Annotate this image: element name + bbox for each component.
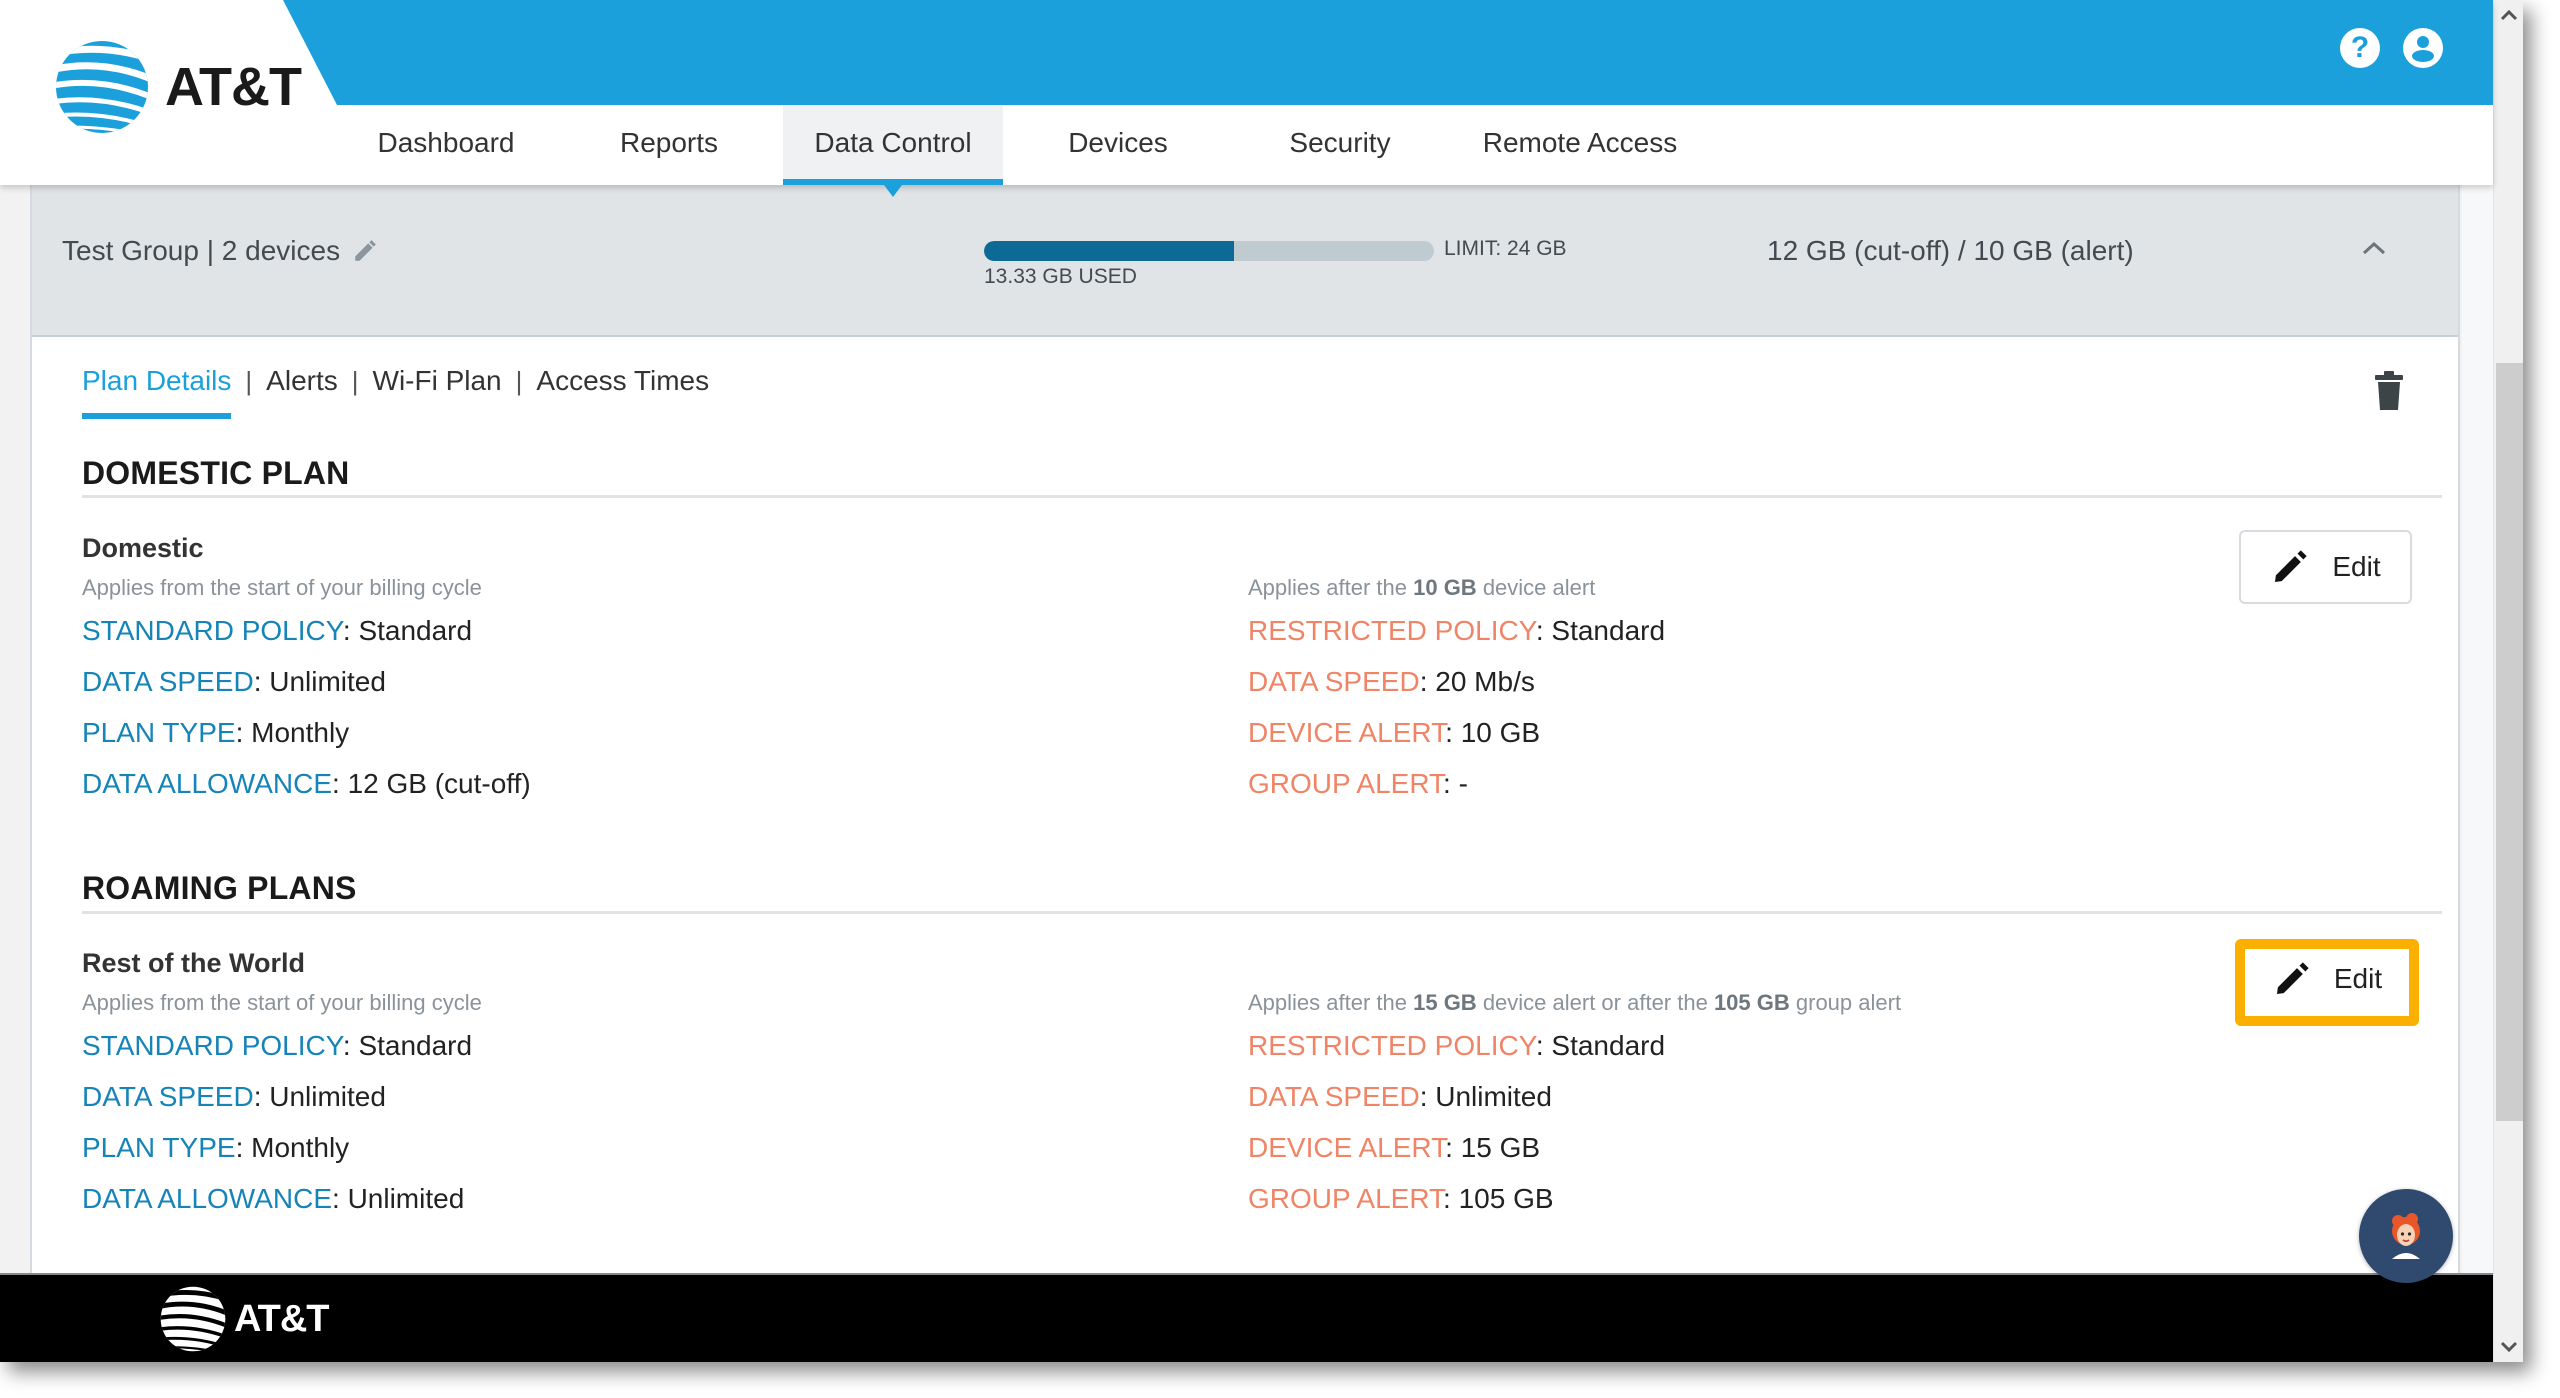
tab-separator: | xyxy=(515,365,523,396)
collapse-chevron-up-icon[interactable] xyxy=(2359,233,2389,263)
group-name: Test Group | 2 devices xyxy=(62,235,341,266)
edit-group-pencil-icon[interactable] xyxy=(352,238,378,264)
roaming-plans-heading: ROAMING PLANS xyxy=(82,870,357,906)
footer: AT&T xyxy=(0,1273,2493,1362)
group-alert-row: GROUP ALERT: 105 GB xyxy=(1248,1183,1554,1214)
device-alert-row: DEVICE ALERT: 15 GB xyxy=(1248,1132,1541,1163)
data-allowance-row: DATA ALLOWANCE: Unlimited xyxy=(82,1183,465,1214)
nav-label: Dashboard xyxy=(377,127,515,158)
usage-used-label: 13.33 GB USED xyxy=(984,265,1137,288)
scroll-thumb[interactable] xyxy=(2496,363,2523,1121)
standard-policy-row: STANDARD POLICY: Standard xyxy=(82,1030,473,1061)
assistant-avatar-icon xyxy=(2392,1213,2420,1259)
restricted-data-speed-row: DATA SPEED: 20 Mb/s xyxy=(1248,666,1535,697)
nav-label: Data Control xyxy=(814,127,972,158)
edit-domestic-plan-button[interactable]: Edit xyxy=(2239,530,2412,604)
nav-label: Remote Access xyxy=(1482,127,1678,158)
user-silhouette-icon xyxy=(2412,36,2434,62)
usage-progress-bar xyxy=(984,241,1434,261)
standard-policy-row: STANDARD POLICY: Standard xyxy=(82,615,473,646)
plan-type-row: PLAN TYPE: Monthly xyxy=(82,717,350,748)
tab-separator: | xyxy=(351,365,359,396)
virtual-assistant-button[interactable] xyxy=(2359,1189,2453,1283)
nav-security[interactable]: Security xyxy=(1260,105,1420,185)
usage-progress-fill xyxy=(984,241,1234,261)
browser-window: AT&T ? Dashboard Reports Data Control De… xyxy=(0,0,2523,1362)
group-header[interactable]: Test Group | 2 devices LIMIT: 24 GB 13.3… xyxy=(32,185,2458,337)
plan-left-subtitle: Applies from the start of your billing c… xyxy=(82,990,482,1015)
plan-tabs: Plan Details | Alerts | Wi-Fi Plan | Acc… xyxy=(82,365,709,419)
restricted-policy-row: RESTRICTED POLICY: Standard xyxy=(1248,1030,1666,1061)
group-title: Test Group | 2 devices xyxy=(62,235,378,267)
footer-wordmark: AT&T xyxy=(234,1297,329,1340)
account-icon[interactable] xyxy=(2403,28,2443,68)
scroll-up-arrow-icon[interactable] xyxy=(2494,0,2523,30)
main-nav: Dashboard Reports Data Control Devices S… xyxy=(0,105,2493,197)
data-speed-row: DATA SPEED: Unlimited xyxy=(82,1081,386,1112)
nav-reports[interactable]: Reports xyxy=(579,105,759,185)
top-header: AT&T ? Dashboard Reports Data Control De… xyxy=(0,0,2493,197)
domestic-plan-heading: DOMESTIC PLAN xyxy=(82,455,350,491)
plan-right-subtitle: Applies after the 15 GB device alert or … xyxy=(1248,990,1902,1015)
nav-label: Security xyxy=(1289,127,1391,158)
nav-label: Reports xyxy=(619,127,719,158)
nav-label: Devices xyxy=(1068,127,1168,158)
restricted-data-speed-row: DATA SPEED: Unlimited xyxy=(1248,1081,1552,1112)
page-background xyxy=(2462,185,2493,1273)
header-blue-band xyxy=(283,0,2493,105)
scroll-down-arrow-icon[interactable] xyxy=(2494,1332,2523,1362)
tab-wifi-plan[interactable]: Wi-Fi Plan xyxy=(373,365,502,397)
section-divider xyxy=(82,911,2442,914)
restricted-policy-row: RESTRICTED POLICY: Standard xyxy=(1248,615,1666,646)
vertical-scrollbar[interactable] xyxy=(2493,0,2523,1362)
data-speed-row: DATA SPEED: Unlimited xyxy=(82,666,386,697)
tab-access-times[interactable]: Access Times xyxy=(536,365,709,397)
plan-type-row: PLAN TYPE: Monthly xyxy=(82,1132,350,1163)
nav-dashboard[interactable]: Dashboard xyxy=(346,105,546,185)
nav-data-control[interactable]: Data Control xyxy=(783,105,1003,197)
usage-limit-label: LIMIT: 24 GB xyxy=(1444,237,1567,260)
data-control-panel: Test Group | 2 devices LIMIT: 24 GB 13.3… xyxy=(30,185,2460,1273)
plan-title: Rest of the World xyxy=(82,948,306,978)
plan-title: Domestic xyxy=(82,533,204,563)
device-alert-row: DEVICE ALERT: 10 GB xyxy=(1248,717,1541,748)
section-divider xyxy=(82,495,2442,498)
help-icon[interactable]: ? xyxy=(2340,28,2380,68)
delete-trash-icon[interactable] xyxy=(2374,371,2404,411)
tab-separator: | xyxy=(245,365,253,396)
pencil-icon xyxy=(2275,550,2308,582)
att-globe-icon xyxy=(160,1286,226,1352)
group-alert-row: GROUP ALERT: - xyxy=(1248,768,1468,799)
footer-logo[interactable]: AT&T xyxy=(160,1285,329,1353)
data-allowance-row: DATA ALLOWANCE: 12 GB (cut-off) xyxy=(82,768,531,799)
tab-alerts[interactable]: Alerts xyxy=(266,365,338,397)
edit-label: Edit xyxy=(2332,551,2381,582)
highlight-box xyxy=(2235,939,2419,1026)
plan-left-subtitle: Applies from the start of your billing c… xyxy=(82,575,482,600)
tab-plan-details[interactable]: Plan Details xyxy=(82,365,232,419)
nav-devices[interactable]: Devices xyxy=(1040,105,1196,185)
plan-right-subtitle: Applies after the 10 GB device alert xyxy=(1248,575,1596,600)
group-limits-summary: 12 GB (cut-off) / 10 GB (alert) xyxy=(1767,235,2134,266)
active-caret xyxy=(884,185,902,197)
nav-remote-access[interactable]: Remote Access xyxy=(1470,105,1690,185)
